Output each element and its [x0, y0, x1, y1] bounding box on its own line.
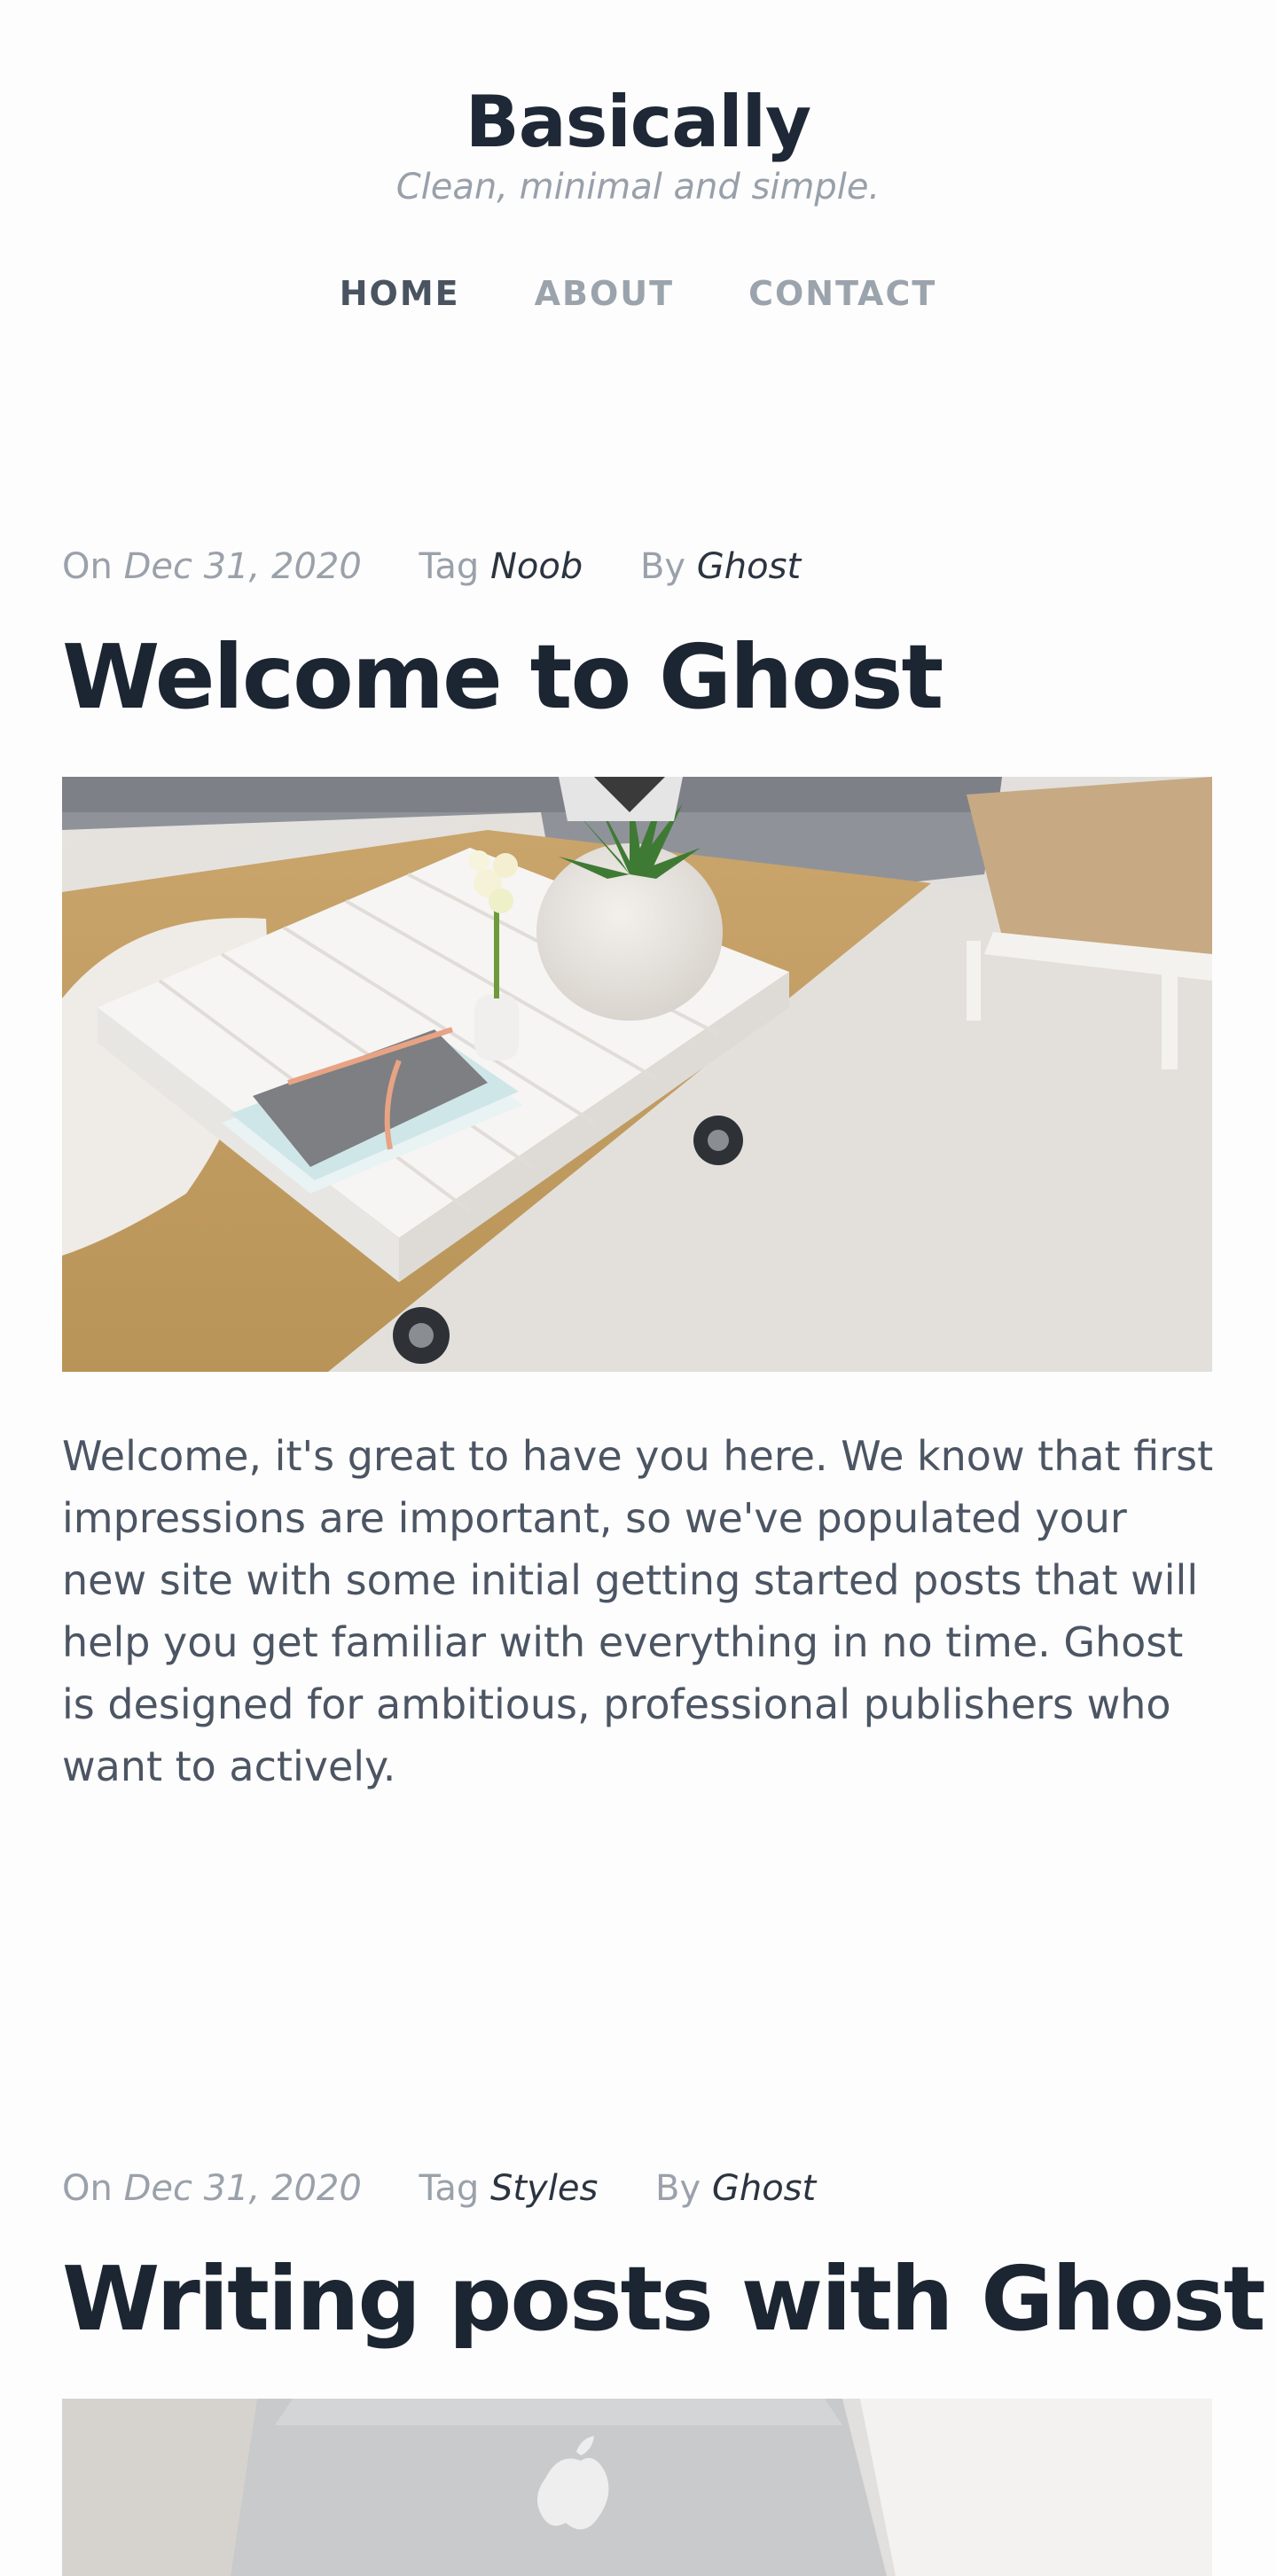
post-meta: On Dec 31, 2020 Tag Styles By Ghost	[62, 2166, 1214, 2211]
post-author-link[interactable]: Ghost	[697, 546, 801, 587]
nav-home-link[interactable]: HOME	[340, 271, 460, 316]
post-date: Dec 31, 2020	[123, 546, 362, 587]
site-tagline: Clean, minimal and simple.	[395, 167, 881, 207]
site-header: Basically Clean, minimal and simple. HOM…	[0, 0, 1276, 316]
post-feature-image[interactable]	[62, 2399, 1212, 2576]
post-author-link[interactable]: Ghost	[712, 2168, 816, 2209]
post-author-label: By	[639, 546, 686, 587]
post-title[interactable]: Writing posts with Ghost	[62, 2246, 1266, 2353]
post-card: On Dec 31, 2020 Tag Noob By Ghost Welcom…	[62, 544, 1214, 1797]
post-tag-label: Tag	[419, 2168, 480, 2209]
nav-contact-link[interactable]: CONTACT	[748, 271, 936, 316]
laptop-photo	[62, 2399, 1212, 2576]
post-tag-link[interactable]: Noob	[490, 546, 583, 587]
nav-about-link[interactable]: ABOUT	[535, 271, 674, 316]
post-excerpt: Welcome, it's great to have you here. We…	[62, 1432, 1214, 1790]
post-date: Dec 31, 2020	[123, 2168, 362, 2209]
post-title[interactable]: Welcome to Ghost	[62, 624, 1214, 731]
post-tag-link[interactable]: Styles	[490, 2168, 598, 2209]
post-author-label: By	[655, 2168, 701, 2209]
post-feature-image[interactable]	[62, 777, 1212, 1372]
post-date-label: On	[62, 2168, 113, 2209]
post-card: On Dec 31, 2020 Tag Styles By Ghost Writ…	[62, 2166, 1266, 2576]
post-date-label: On	[62, 546, 113, 587]
post-meta: On Dec 31, 2020 Tag Noob By Ghost	[62, 544, 1214, 589]
coffee-table-photo	[62, 777, 1212, 1372]
site-title[interactable]: Basically	[0, 78, 1276, 167]
main-nav: HOME ABOUT CONTACT	[0, 271, 1276, 316]
post-tag-label: Tag	[419, 546, 480, 587]
